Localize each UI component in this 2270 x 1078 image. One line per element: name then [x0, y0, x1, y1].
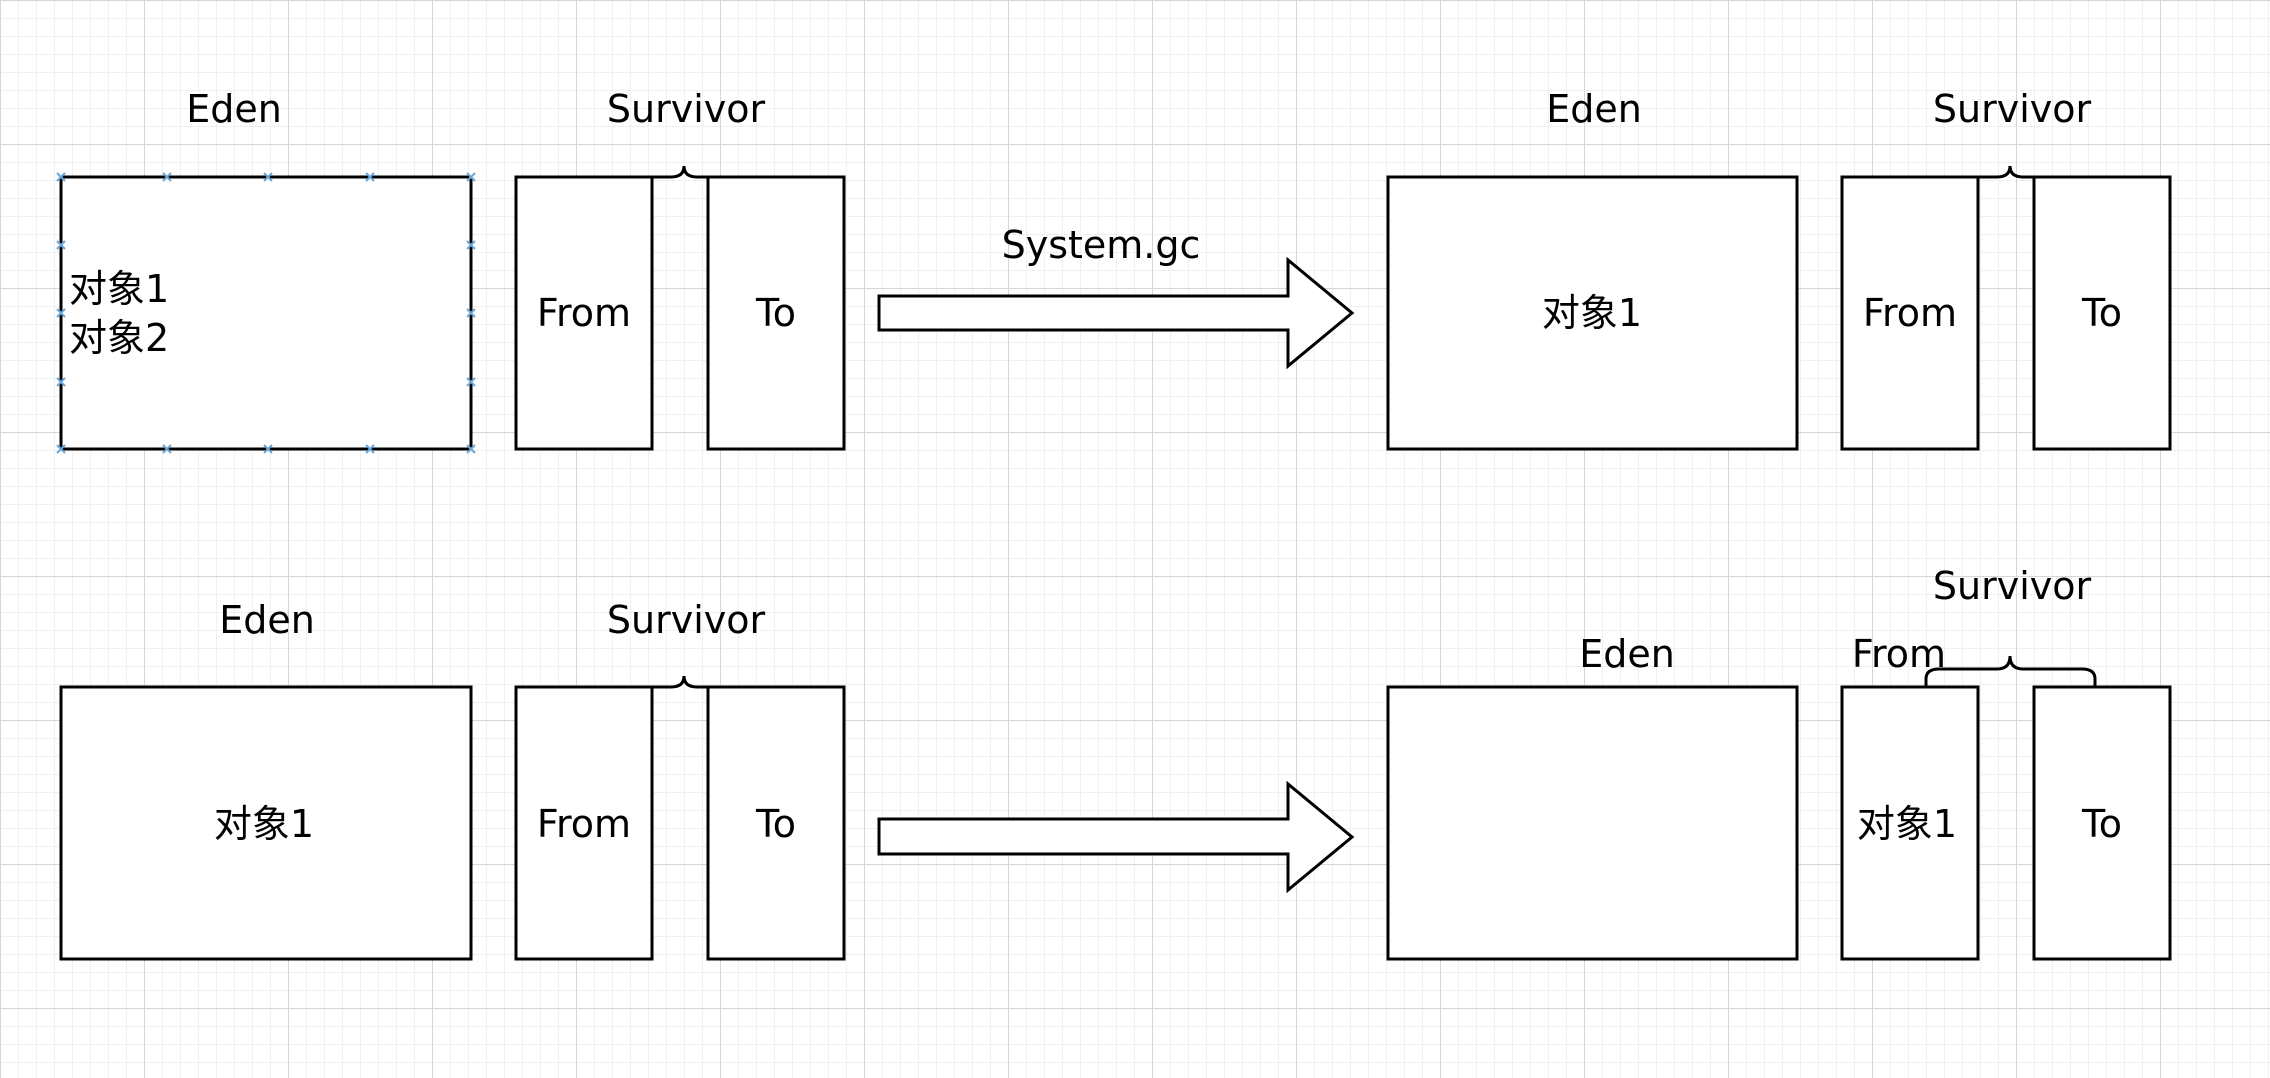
from-label: From: [537, 802, 631, 846]
eden-box[interactable]: [1386, 685, 1799, 961]
gc-diagram-canvas: Eden 对象1 对象2 Survivor From To System.gc …: [56, 87, 2172, 961]
panel-bottom-left: Eden 对象1 Survivor From To: [59, 598, 846, 961]
to-label: To: [2081, 802, 2122, 846]
survivor-label: Survivor: [607, 87, 766, 131]
eden-box[interactable]: [59, 175, 473, 451]
from-label: From: [537, 291, 631, 335]
panel-top-right: Eden 对象1 Survivor From To: [1386, 87, 2172, 451]
arrow-bottom: [877, 780, 1355, 894]
survivor-label: Survivor: [607, 598, 766, 642]
to-label: To: [755, 802, 796, 846]
to-label: To: [2081, 291, 2122, 335]
eden-object-1: 对象1: [214, 802, 314, 846]
arrow-shape[interactable]: [877, 780, 1355, 894]
to-label: To: [755, 291, 796, 335]
survivor-label: Survivor: [1933, 87, 2092, 131]
eden-object-1: 对象1: [69, 267, 169, 311]
panel-bottom-right: Eden Survivor From 对象1 To: [1386, 564, 2172, 961]
eden-object-2: 对象2: [69, 316, 169, 360]
eden-label: Eden: [219, 598, 315, 642]
arrow-top: System.gc: [877, 223, 1355, 370]
eden-label: Eden: [186, 87, 282, 131]
eden-label: Eden: [1546, 87, 1642, 131]
eden-label: Eden: [1579, 632, 1675, 676]
from-header-label: From: [1852, 632, 1946, 676]
arrow-shape[interactable]: [877, 256, 1355, 370]
panel-top-left: Eden 对象1 对象2 Survivor From To: [56, 87, 846, 454]
from-object-1: 对象1: [1857, 802, 1957, 846]
survivor-label: Survivor: [1933, 564, 2092, 608]
arrow-label: System.gc: [1002, 223, 1201, 267]
eden-object-1: 对象1: [1542, 291, 1642, 335]
from-label: From: [1863, 291, 1957, 335]
